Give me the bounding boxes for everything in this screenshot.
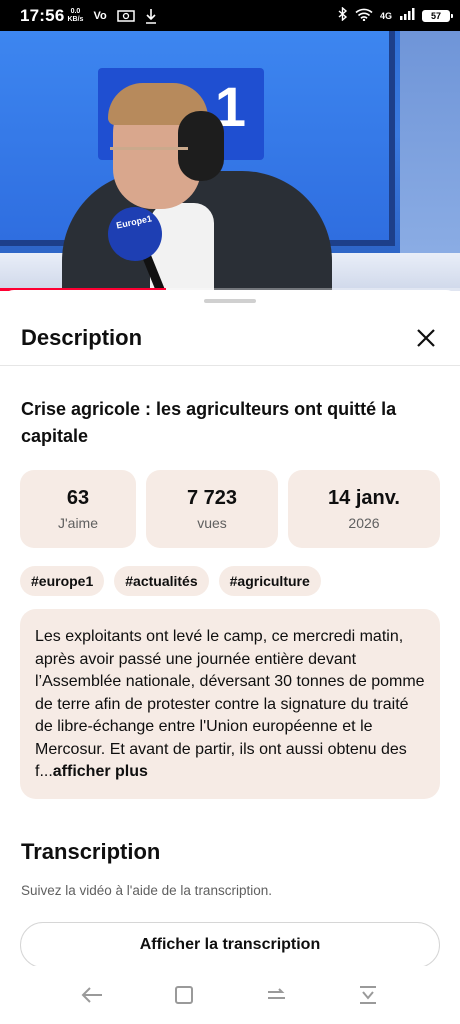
system-nav-bar <box>0 966 460 1024</box>
description-box[interactable]: Les exploitants ont levé le camp, ce mer… <box>20 609 440 799</box>
back-icon <box>81 987 102 1003</box>
home-icon <box>175 986 193 1004</box>
views-stat: 7 723 vues <box>146 470 278 548</box>
description-text: Les exploitants ont levé le camp, ce mer… <box>35 626 425 784</box>
close-button[interactable] <box>413 325 439 351</box>
nav-home-button[interactable] <box>164 975 204 1015</box>
nav-back-button[interactable] <box>72 975 112 1015</box>
recents-icon <box>268 988 285 999</box>
nav-recents-button[interactable] <box>256 975 296 1015</box>
likes-stat: 63 J'aime <box>20 470 136 548</box>
likes-label: J'aime <box>57 515 99 531</box>
views-count: 7 723 <box>186 487 238 509</box>
signal-label: 4G <box>379 10 392 21</box>
show-transcription-button[interactable]: Afficher la transcription <box>20 922 440 968</box>
battery-icon: 57 <box>422 9 453 22</box>
hashtag-actualites[interactable]: #actualités <box>114 566 209 596</box>
stats-row: 63 J'aime 7 723 vues 14 janv. 2026 <box>20 470 440 548</box>
volte-label: Vo <box>93 9 107 22</box>
network-speed-value: 0.0 <box>70 7 81 15</box>
hashtag-agriculture[interactable]: #agriculture <box>218 566 321 596</box>
glasses <box>110 147 188 173</box>
network-speed: 0.0 KB/s <box>67 8 83 24</box>
volte-icon: Vo <box>93 10 106 22</box>
description-sheet: Description Crise agricole : les agricul… <box>0 290 460 1024</box>
status-time: 17:56 <box>20 5 65 25</box>
network-speed-unit: KB/s <box>67 15 84 23</box>
drag-handle[interactable] <box>204 299 256 303</box>
likes-count: 63 <box>66 487 90 509</box>
publish-year: 2026 <box>348 515 380 531</box>
hashtag-europe1[interactable]: #europe1 <box>20 566 105 596</box>
screenshot-icon <box>116 9 135 23</box>
close-icon <box>417 328 435 347</box>
views-label: vues <box>197 515 227 531</box>
transcription-subtitle: Suivez la vidéo à l'aide de la transcrip… <box>21 883 272 898</box>
hashtag-list: #europe1 #actualités #agriculture <box>20 566 321 596</box>
status-icons: 4G 57 <box>338 6 453 24</box>
collapse-icon <box>360 986 376 1004</box>
download-icon <box>145 8 157 24</box>
wifi-icon <box>355 8 373 24</box>
date-stat: 14 janv. 2026 <box>288 470 440 548</box>
studio-wall <box>400 31 460 291</box>
sheet-title: Description <box>21 324 143 350</box>
description-body: Les exploitants ont levé le camp, ce mer… <box>35 628 425 780</box>
sheet-header: Description <box>0 310 460 366</box>
signal-icon <box>399 8 415 23</box>
microphone <box>108 207 162 261</box>
transcription-heading: Transcription <box>21 839 161 864</box>
status-bar: 17:56 0.0 KB/s Vo 4G 57 <box>0 0 460 31</box>
bluetooth-icon <box>338 6 348 24</box>
video-title: Crise agricole : les agriculteurs ont qu… <box>21 399 397 446</box>
show-more-link[interactable]: afficher plus <box>53 763 148 780</box>
battery-level: 57 <box>430 10 441 21</box>
video-player[interactable]: 1 Europe1 <box>0 31 460 291</box>
publish-date: 14 janv. <box>328 487 400 509</box>
nav-collapse-button[interactable] <box>348 975 388 1015</box>
